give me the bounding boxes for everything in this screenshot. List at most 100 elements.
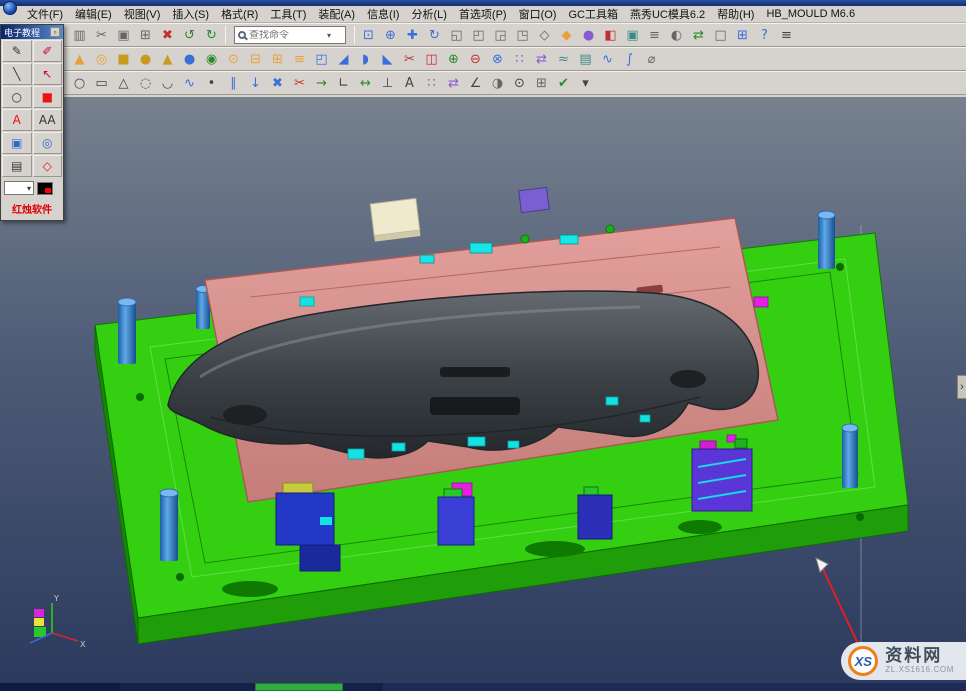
quick-extend-button[interactable]: → <box>311 73 332 94</box>
swept-button[interactable]: ∿ <box>597 49 618 70</box>
search-input[interactable] <box>249 30 325 41</box>
geometric-constraints-button[interactable]: ⊥ <box>377 73 398 94</box>
subtract-button[interactable]: ⊖ <box>465 49 486 70</box>
palette-close-button[interactable]: ▫ <box>50 27 60 37</box>
circle-button[interactable]: ○ <box>69 73 90 94</box>
menu-view[interactable]: 视图(V) <box>119 6 166 23</box>
pad-button[interactable]: ⊞ <box>267 49 288 70</box>
trimetric-view-button[interactable]: ◳ <box>512 25 533 46</box>
palette-dropdown[interactable]: ▾ <box>4 181 34 195</box>
pattern-curve-button[interactable]: ∷ <box>421 73 442 94</box>
project-curve-button[interactable]: ↓ <box>245 73 266 94</box>
polygon-button[interactable]: △ <box>113 73 134 94</box>
menu-preferences[interactable]: 首选项(P) <box>454 6 512 23</box>
palette-title-bar[interactable]: 电子教程 ▫ <box>1 25 63 39</box>
fillet-button[interactable]: ◡ <box>157 73 178 94</box>
3d-viewport[interactable]: X Y › XS 资料网 ZL.XS1616.COM <box>0 97 966 683</box>
menu-file[interactable]: 文件(F) <box>22 6 68 23</box>
redo-button[interactable]: ↻ <box>201 25 222 46</box>
text-aa-tool[interactable]: AA <box>33 109 63 131</box>
zoom-button[interactable]: ⊕ <box>380 25 401 46</box>
toolbar-overflow-button[interactable]: ≡ <box>776 25 797 46</box>
menu-window[interactable]: 窗口(O) <box>514 6 562 23</box>
zoom-tool[interactable]: ◎ <box>33 132 63 154</box>
menu-hb-mould[interactable]: HB_MOULD M6.6 <box>761 7 860 21</box>
copy-button[interactable]: ▣ <box>113 25 134 46</box>
show-hide-button[interactable]: ◐ <box>666 25 687 46</box>
cone-button[interactable]: ▲ <box>157 49 178 70</box>
window-button[interactable]: ⊞ <box>732 25 753 46</box>
sphere-button[interactable]: ● <box>179 49 200 70</box>
pocket-button[interactable]: ⊟ <box>245 49 266 70</box>
paste-button[interactable]: ⊞ <box>135 25 156 46</box>
layer-settings-button[interactable]: ≡ <box>644 25 665 46</box>
show-constraints-button[interactable]: ∠ <box>465 73 486 94</box>
revolve-button[interactable]: ◎ <box>91 49 112 70</box>
oval-tool[interactable]: ○ <box>2 86 32 108</box>
sketch-overflow-button[interactable]: ▾ <box>575 73 596 94</box>
snap-point-button[interactable]: ⊙ <box>509 73 530 94</box>
pencil-tool[interactable]: ✎ <box>2 40 32 62</box>
menu-information[interactable]: 信息(I) <box>362 6 404 23</box>
offset-curve-button[interactable]: ∥ <box>223 73 244 94</box>
palette-color-swatch[interactable] <box>37 182 53 195</box>
taskbar-active-button[interactable] <box>255 683 343 691</box>
intersect-button[interactable]: ⊗ <box>487 49 508 70</box>
front-view-button[interactable]: ◱ <box>446 25 467 46</box>
draft-button[interactable]: ◣ <box>377 49 398 70</box>
cylinder-button[interactable]: ● <box>135 49 156 70</box>
menu-tools[interactable]: 工具(T) <box>265 6 311 23</box>
edit-section-button[interactable]: ◧ <box>600 25 621 46</box>
point-button[interactable]: • <box>201 73 222 94</box>
wireframe-button[interactable]: ◇ <box>534 25 555 46</box>
search-dropdown-icon[interactable]: ▾ <box>327 31 331 40</box>
app-logo-icon[interactable] <box>3 1 17 15</box>
pattern-feature-button[interactable]: ∷ <box>509 49 530 70</box>
rapid-dimension-button[interactable]: ↔ <box>355 73 376 94</box>
fit-view-button[interactable]: ⊡ <box>358 25 379 46</box>
menu-format[interactable]: 格式(R) <box>216 6 263 23</box>
grid-button[interactable]: ⊞ <box>531 73 552 94</box>
arrow-tool[interactable]: ↖ <box>33 63 63 85</box>
mirror-feature-button[interactable]: ⇄ <box>531 49 552 70</box>
menu-edit[interactable]: 编辑(E) <box>70 6 117 23</box>
delete-button[interactable]: ✖ <box>157 25 178 46</box>
undo-button[interactable]: ↺ <box>179 25 200 46</box>
shaded-button[interactable]: ◆ <box>556 25 577 46</box>
mirror-curve-button[interactable]: ⇄ <box>443 73 464 94</box>
sketch-text-button[interactable]: A <box>399 73 420 94</box>
extrude-button[interactable]: ▲ <box>69 49 90 70</box>
resource-bar-expand-handle[interactable]: › <box>957 375 966 399</box>
finish-sketch-button[interactable]: ✔ <box>553 73 574 94</box>
block-button[interactable]: ■ <box>113 49 134 70</box>
quick-trim-button[interactable]: ✂ <box>289 73 310 94</box>
ellipse-button[interactable]: ◌ <box>135 73 156 94</box>
spline-button[interactable]: ∿ <box>179 73 200 94</box>
convert-reference-button[interactable]: ◑ <box>487 73 508 94</box>
make-corner-button[interactable]: ∟ <box>333 73 354 94</box>
rect-tool[interactable]: ■ <box>33 86 63 108</box>
menu-help[interactable]: 帮助(H) <box>712 6 759 23</box>
snapshot-button[interactable]: ▣ <box>622 25 643 46</box>
measure-button[interactable]: ⌀ <box>641 49 662 70</box>
rotate-view-button[interactable]: ↻ <box>424 25 445 46</box>
cut-button[interactable]: ✂ <box>91 25 112 46</box>
menu-analysis[interactable]: 分析(L) <box>406 6 451 23</box>
diamond-tool[interactable]: ◇ <box>33 155 63 177</box>
chamfer-button[interactable]: ◢ <box>333 49 354 70</box>
edge-blend-button[interactable]: ◗ <box>355 49 376 70</box>
print-button[interactable]: ▥ <box>69 25 90 46</box>
rib-button[interactable]: ≡ <box>289 49 310 70</box>
os-taskbar[interactable] <box>0 683 966 691</box>
line-tool[interactable]: ╲ <box>2 63 32 85</box>
trim-body-button[interactable]: ✂ <box>399 49 420 70</box>
unite-button[interactable]: ⊕ <box>443 49 464 70</box>
iso-view-button[interactable]: ◲ <box>490 25 511 46</box>
menu-yanxiu-mold[interactable]: 燕秀UC模具6.2 <box>625 6 710 23</box>
folder-tool[interactable]: ▤ <box>2 155 32 177</box>
studio-render-button[interactable]: ● <box>578 25 599 46</box>
brush-tool[interactable]: ✐ <box>33 40 63 62</box>
rectangle-button[interactable]: ▭ <box>91 73 112 94</box>
menu-assemblies[interactable]: 装配(A) <box>313 6 360 23</box>
text-tool[interactable]: A <box>2 109 32 131</box>
